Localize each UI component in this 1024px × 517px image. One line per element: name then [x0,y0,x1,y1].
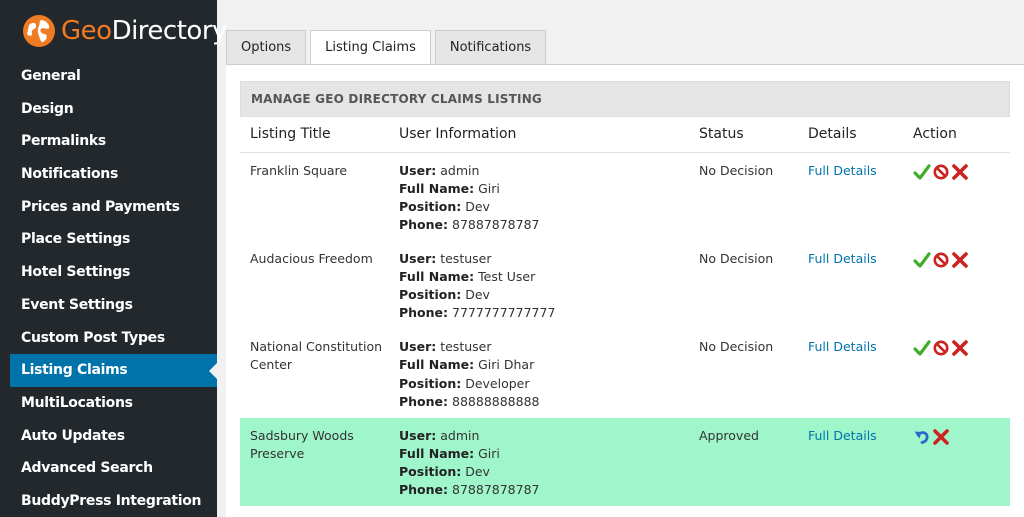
cross-icon[interactable] [951,339,969,357]
claims-table: Listing Title User Information Status De… [240,117,1010,506]
sidebar-item-hotel-settings[interactable]: Hotel Settings [0,256,217,289]
brand-name: GeoDirectory [61,16,227,46]
cross-icon[interactable] [951,163,969,181]
table-row-approved: Sadsbury Woods Preserve User: admin Full… [240,417,1010,506]
sidebar-item-prices-and-payments[interactable]: Prices and Payments [0,191,217,224]
settings-tabs: Options Listing Claims Notifications [226,30,550,66]
tab-notifications[interactable]: Notifications [434,30,547,65]
claim-status: No Decision [699,250,774,266]
settings-menu: General Design Permalinks Notifications … [0,60,217,517]
full-details-link[interactable]: Full Details [808,163,877,178]
sidebar-item-buddypress-integration[interactable]: BuddyPress Integration [0,485,217,517]
column-header-details: Details [798,117,903,153]
sidebar-item-multilocations[interactable]: MultiLocations [0,387,217,420]
column-header-user-information: User Information [389,117,689,153]
claim-status: No Decision [699,162,774,178]
listing-title: National Constitution Center [250,339,383,373]
column-header-listing-title: Listing Title [240,117,389,153]
cross-icon[interactable] [932,428,950,446]
tab-listing-claims[interactable]: Listing Claims [310,30,431,66]
undo-icon[interactable] [913,428,931,446]
user-information: User: testuser Full Name: Giri Dhar Posi… [399,339,540,409]
check-icon[interactable] [913,251,931,269]
action-buttons [913,251,1010,269]
geodirectory-logo: GeoDirectory [23,14,227,48]
table-row: Audacious Freedom User: testuser Full Na… [240,241,1010,330]
sidebar-item-place-settings[interactable]: Place Settings [0,223,217,256]
column-header-action: Action [903,117,1010,153]
globe-icon [23,15,55,47]
listing-title: Audacious Freedom [250,250,373,266]
check-icon[interactable] [913,163,931,181]
sidebar-item-listing-claims[interactable]: Listing Claims [10,354,217,387]
table-row: National Constitution Center User: testu… [240,329,1010,418]
column-header-status: Status [689,117,798,153]
user-information: User: testuser Full Name: Test User Posi… [399,250,556,321]
table-row: Franklin Square User: admin Full Name: G… [240,152,1010,241]
user-information: User: admin Full Name: Giri Position: De… [399,162,540,233]
sidebar-item-design[interactable]: Design [0,93,217,126]
action-buttons [913,163,1010,181]
listing-title: Sadsbury Woods Preserve [250,427,354,461]
sidebar-item-event-settings[interactable]: Event Settings [0,289,217,322]
sidebar-item-permalinks[interactable]: Permalinks [0,125,217,158]
content-area: MANAGE GEO DIRECTORY CLAIMS LISTING List… [226,65,1024,517]
sidebar-item-advanced-search[interactable]: Advanced Search [0,452,217,485]
user-information: User: admin Full Name: Giri Position: De… [399,427,540,498]
admin-sidebar: GeoDirectory General Design Permalinks N… [0,0,227,517]
action-buttons [913,339,1010,357]
cross-icon[interactable] [951,251,969,269]
full-details-link[interactable]: Full Details [808,251,877,266]
table-header-row: Listing Title User Information Status De… [240,117,1010,153]
listing-title: Franklin Square [250,162,348,178]
action-buttons [913,428,1010,446]
no-entry-icon[interactable] [932,251,950,269]
sidebar-item-custom-post-types[interactable]: Custom Post Types [0,322,217,355]
no-entry-icon[interactable] [932,163,950,181]
claim-status: Approved [699,427,759,443]
tab-options[interactable]: Options [226,30,307,65]
sidebar-item-general[interactable]: General [0,60,217,93]
sidebar-item-notifications[interactable]: Notifications [0,158,217,191]
check-icon[interactable] [913,339,931,357]
claim-status: No Decision [699,339,774,354]
claims-panel: MANAGE GEO DIRECTORY CLAIMS LISTING List… [240,81,1010,517]
full-details-link[interactable]: Full Details [808,428,877,443]
no-entry-icon[interactable] [932,339,950,357]
panel-heading: MANAGE GEO DIRECTORY CLAIMS LISTING [240,81,1010,117]
sidebar-item-auto-updates[interactable]: Auto Updates [0,420,217,453]
full-details-link[interactable]: Full Details [808,339,877,354]
